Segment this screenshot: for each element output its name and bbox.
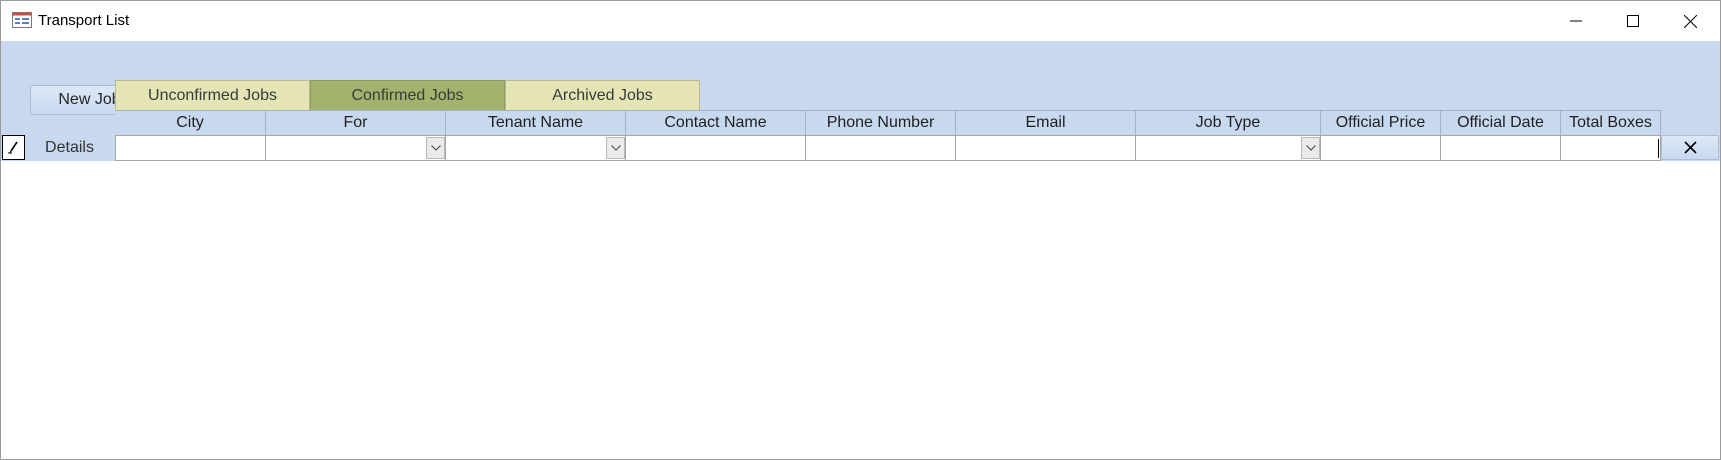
delete-record-button[interactable] [1661,135,1719,160]
record-selector[interactable] [2,135,25,160]
column-header-job-type: Job Type [1136,111,1321,135]
column-header-city: City [115,111,266,135]
column-header-official-date: Official Date [1441,111,1561,135]
maximize-button[interactable] [1604,1,1662,41]
tab-archived-jobs[interactable]: Archived Jobs [505,80,700,110]
column-header-for: For [266,111,446,135]
tenant-name-combobox[interactable] [446,135,626,161]
close-icon [1683,141,1697,154]
column-header-tenant-name: Tenant Name [446,111,626,135]
column-header-total-boxes: Total Boxes [1561,111,1661,135]
column-header-phone-number: Phone Number [806,111,956,135]
minimize-button[interactable] [1547,1,1605,41]
job-type-dropdown-button[interactable] [1301,137,1320,159]
transport-list-window: Transport List New Job Unconfirmed Jobs … [0,0,1721,460]
tenant-name-dropdown-button[interactable] [606,137,625,159]
pencil-icon [8,141,18,154]
minimize-icon [1570,20,1582,22]
phone-number-field[interactable] [806,135,956,161]
tab-confirmed-jobs[interactable]: Confirmed Jobs [310,80,505,110]
maximize-icon [1627,15,1639,27]
chevron-down-icon [430,145,441,151]
column-header-email: Email [956,111,1136,135]
official-price-field[interactable] [1321,135,1441,161]
close-window-button[interactable] [1661,1,1719,41]
column-header-contact-name: Contact Name [626,111,806,135]
form-icon [12,12,32,28]
for-combobox[interactable] [266,135,446,161]
details-link[interactable]: Details [25,135,114,160]
total-boxes-field[interactable] [1561,135,1661,161]
title-bar: Transport List [1,1,1720,41]
text-cursor [1658,139,1659,158]
city-field[interactable] [115,135,266,161]
chevron-down-icon [610,145,621,151]
email-field[interactable] [956,135,1136,161]
job-type-combobox[interactable] [1136,135,1321,161]
close-icon [1683,14,1697,28]
for-dropdown-button[interactable] [426,137,445,159]
chevron-down-icon [1305,145,1316,151]
window-title: Transport List [38,12,130,29]
official-date-field[interactable] [1441,135,1561,161]
column-header-official-price: Official Price [1321,111,1441,135]
contact-name-field[interactable] [626,135,806,161]
tab-unconfirmed-jobs[interactable]: Unconfirmed Jobs [115,80,310,110]
